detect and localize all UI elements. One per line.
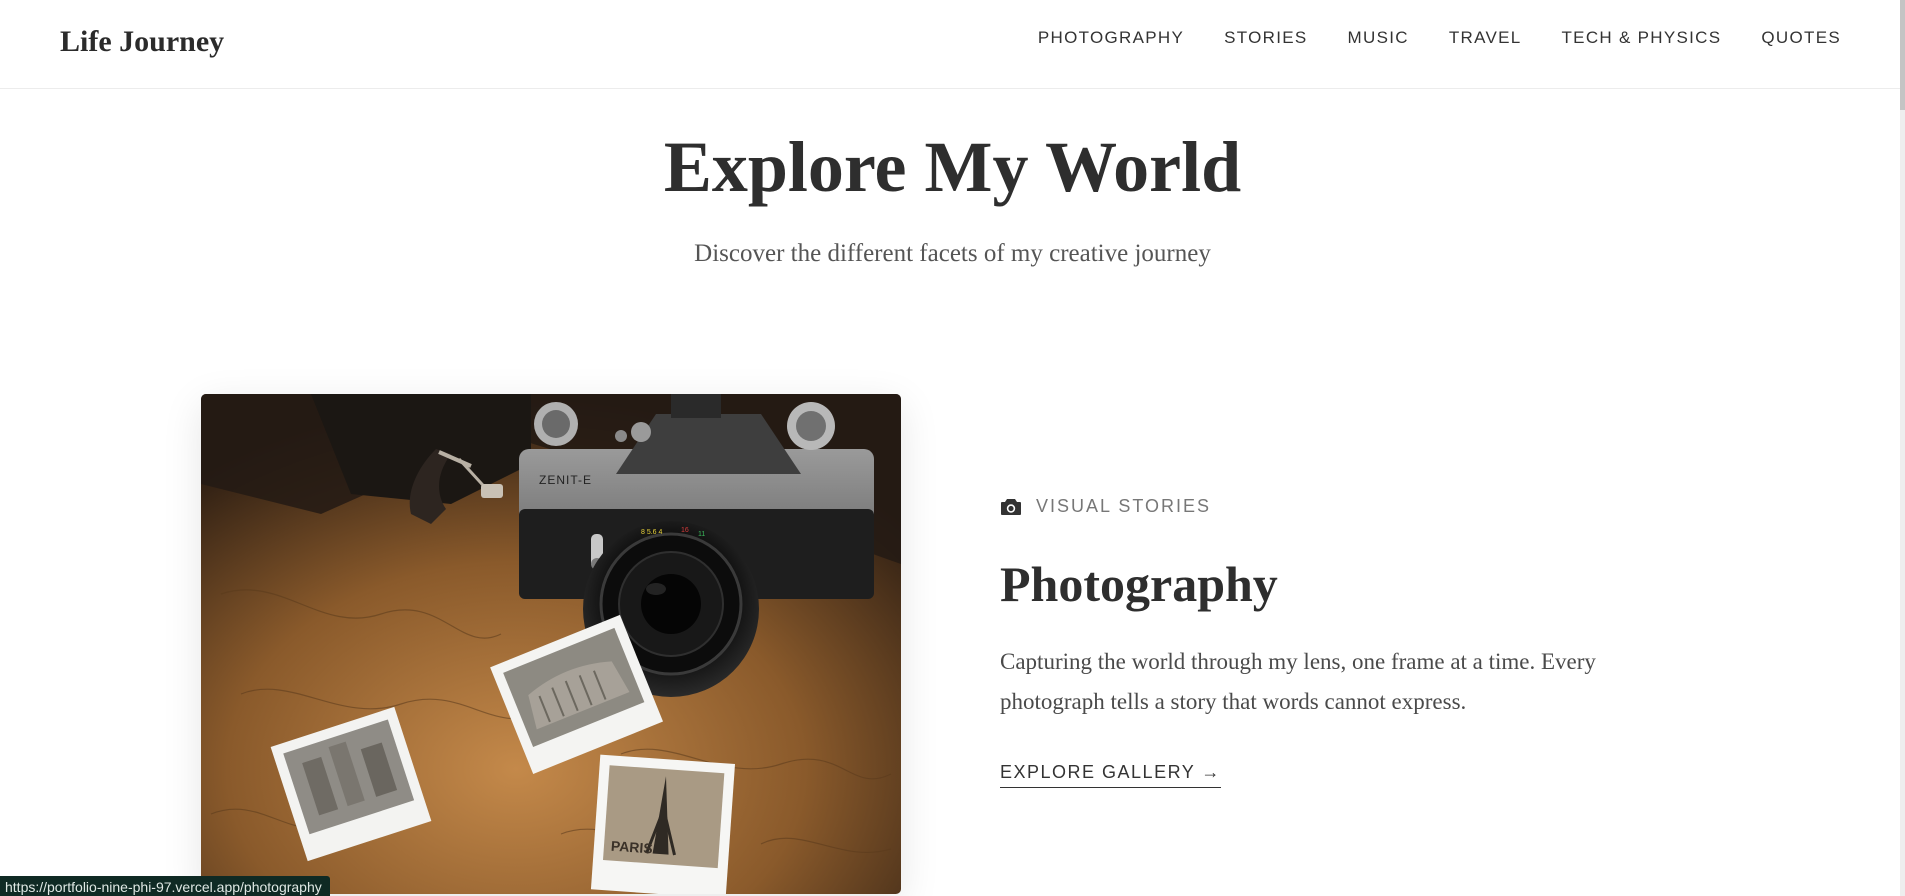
site-logo[interactable]: Life Journey (60, 22, 224, 62)
link-status-bar: https://portfolio-nine-phi-97.vercel.app… (0, 876, 330, 896)
svg-text:8 5.6 4: 8 5.6 4 (641, 529, 663, 536)
nav-item-photography[interactable]: PHOTOGRAPHY (1038, 26, 1184, 50)
page-subtitle: Discover the different facets of my crea… (694, 240, 1211, 267)
nav-item-stories[interactable]: STORIES (1224, 26, 1307, 50)
feature-title: Photography (1000, 556, 1278, 612)
category-row: VISUAL STORIES (1000, 496, 1211, 517)
nav-item-music[interactable]: MUSIC (1348, 26, 1409, 50)
svg-text:16: 16 (681, 527, 689, 534)
nav-item-tech-physics[interactable]: TECH & PHYSICS (1562, 26, 1722, 50)
main-nav: PHOTOGRAPHY STORIES MUSIC TRAVEL TECH & … (1038, 26, 1841, 50)
nav-item-quotes[interactable]: QUOTES (1761, 26, 1841, 50)
camera-brand-text: ZENIT-E (539, 473, 592, 487)
camera-on-map-illustration: ZENIT-E 8 5.6 4 16 11 PARIS (201, 394, 901, 894)
photography-feature-image[interactable]: ZENIT-E 8 5.6 4 16 11 PARIS (201, 394, 901, 894)
feature-description: Capturing the world through my lens, one… (1000, 649, 1596, 714)
camera-icon (1001, 498, 1021, 515)
page-scrollbar[interactable] (1900, 0, 1905, 896)
svg-text:11: 11 (698, 531, 705, 538)
scrollbar-thumb[interactable] (1900, 0, 1905, 110)
site-header: Life Journey PHOTOGRAPHY STORIES MUSIC T… (0, 0, 1905, 89)
postcard-label-text: PARIS (610, 838, 653, 857)
explore-gallery-link[interactable]: EXPLORE GALLERY → (1000, 760, 1221, 788)
nav-item-travel[interactable]: TRAVEL (1449, 26, 1522, 50)
page-title: Explore My World (663, 127, 1242, 207)
category-label: VISUAL STORIES (1036, 496, 1212, 516)
